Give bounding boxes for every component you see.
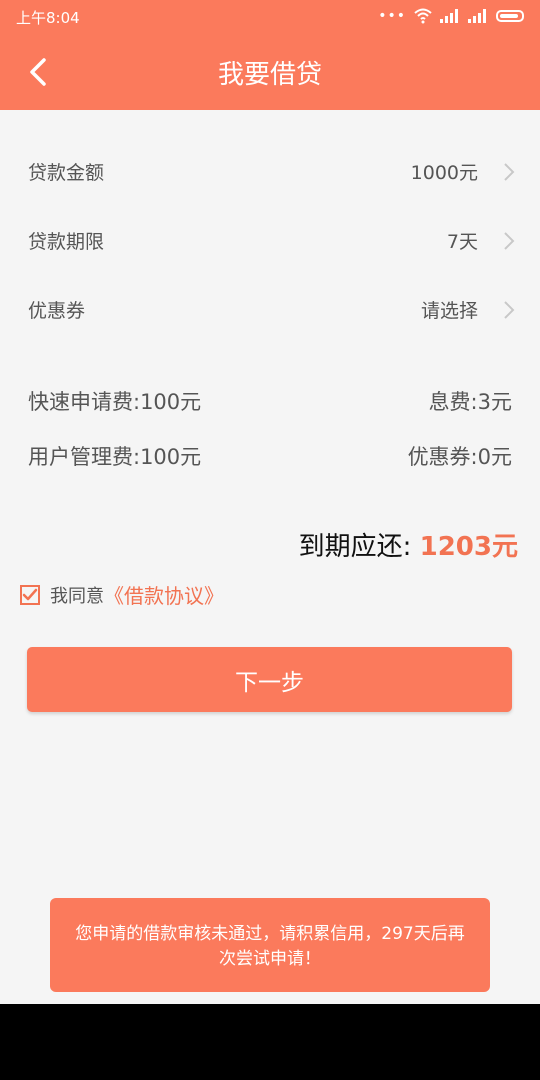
chevron-right-icon (504, 301, 515, 319)
coupon-fee: 优惠券:0元 (407, 445, 512, 469)
loan-agreement-link[interactable]: 《借款协议》 (104, 580, 224, 609)
toast-message: 您申请的借款审核未通过，请积累信用，297天后再次尝试申请！ (50, 898, 490, 992)
agreement-row: 我同意 《借款协议》 (20, 580, 224, 609)
title-bar: 我要借贷 (0, 32, 540, 110)
system-nav-bar (0, 1004, 540, 1080)
coupon-row[interactable]: 优惠券 请选择 (0, 280, 540, 340)
loan-term-row[interactable]: 贷款期限 7天 (0, 211, 540, 271)
coupon-label: 优惠券 (28, 300, 86, 322)
battery-icon (496, 10, 524, 22)
loan-term-value: 7天 (446, 231, 478, 253)
wifi-icon (414, 8, 432, 24)
chevron-right-icon (504, 163, 515, 181)
signal-icon (468, 9, 486, 23)
agree-checkbox[interactable] (20, 584, 40, 605)
quick-fee: 快速申请费:100元 (28, 390, 202, 414)
check-icon (22, 588, 38, 600)
status-icons: ••• (378, 6, 524, 26)
loan-amount-value: 1000元 (410, 162, 478, 184)
status-time: 上午8:04 (16, 9, 80, 27)
interest-fee: 息费:3元 (428, 390, 512, 414)
due-total: 到期应还: 1203元 (299, 526, 518, 563)
chevron-right-icon (504, 232, 515, 250)
management-fee: 用户管理费:100元 (28, 445, 202, 469)
signal-icon (440, 9, 458, 23)
dots-icon: ••• (378, 8, 406, 24)
loan-amount-label: 贷款金额 (28, 162, 105, 184)
due-amount: 1203元 (419, 532, 518, 562)
coupon-value: 请选择 (420, 300, 478, 322)
status-bar: 上午8:04 ••• (0, 0, 540, 32)
loan-amount-row[interactable]: 贷款金额 1000元 (0, 142, 540, 202)
next-button[interactable]: 下一步 (27, 647, 512, 712)
due-label: 到期应还: (298, 532, 412, 562)
loan-term-label: 贷款期限 (28, 231, 105, 253)
agree-text: 我同意 (50, 585, 104, 607)
page-title: 我要借贷 (217, 60, 322, 90)
